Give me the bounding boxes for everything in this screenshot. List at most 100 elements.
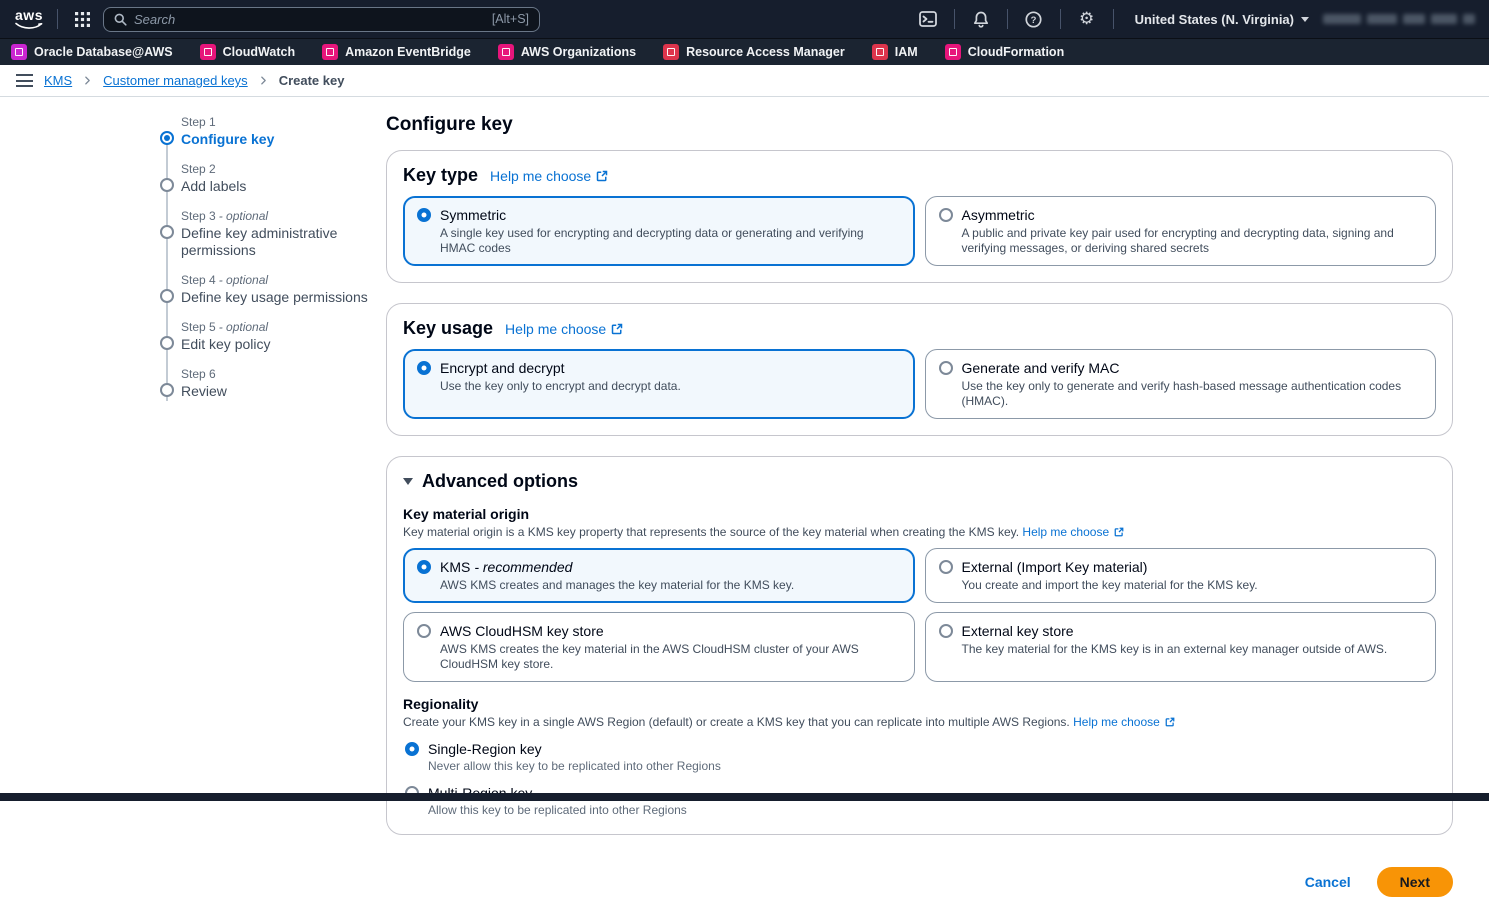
- question-circle-icon: ?: [1025, 11, 1042, 28]
- wizard-step-add-labels[interactable]: Step 2 Add labels: [160, 161, 376, 195]
- wizard-step-edit-key-policy[interactable]: Step 5- optional Edit key policy: [160, 319, 376, 353]
- service-glyph: [502, 48, 510, 56]
- step-number: Step 5: [181, 320, 216, 334]
- key-material-option-kms[interactable]: KMS- recommended AWS KMS creates and man…: [403, 548, 915, 603]
- step-number: Step 4: [181, 273, 216, 287]
- service-glyph: [876, 48, 884, 56]
- favorite-cloudformation[interactable]: CloudFormation: [945, 44, 1065, 60]
- regionality-option-single-region[interactable]: Single-Region key Never allow this key t…: [403, 740, 1436, 774]
- chevron-down-icon: [1301, 17, 1309, 22]
- regionality-help-link[interactable]: Help me choose: [1073, 714, 1175, 730]
- global-search-input[interactable]: Search [Alt+S]: [103, 7, 540, 32]
- gear-icon: ⚙: [1079, 11, 1094, 28]
- favorite-label: IAM: [895, 45, 918, 59]
- radio-symmetric[interactable]: [417, 208, 431, 222]
- step-optional: - optional: [219, 273, 268, 287]
- key-type-help-link[interactable]: Help me choose: [490, 168, 608, 184]
- breadcrumb-chevron-icon: [259, 75, 268, 86]
- favorite-amazon-eventbridge[interactable]: Amazon EventBridge: [322, 44, 471, 60]
- radio-cloudhsm[interactable]: [417, 624, 431, 638]
- option-description: A single key used for encrypting and dec…: [440, 226, 901, 256]
- regionality-description: Create your KMS key in a single AWS Regi…: [403, 714, 1436, 730]
- help-link-label: Help me choose: [490, 168, 591, 184]
- settings-button[interactable]: ⚙: [1072, 6, 1102, 32]
- step-label: Edit key policy: [181, 336, 376, 353]
- option-label: Asymmetric: [962, 207, 1035, 223]
- wizard-step-review[interactable]: Step 6 Review: [160, 366, 376, 400]
- radio-kms[interactable]: [417, 560, 431, 574]
- breadcrumb-current: Create key: [279, 73, 345, 88]
- cancel-button[interactable]: Cancel: [1305, 874, 1351, 890]
- iam-icon: [872, 44, 888, 60]
- favorite-cloudwatch[interactable]: CloudWatch: [200, 44, 295, 60]
- breadcrumb-link-customer-managed-keys[interactable]: Customer managed keys: [103, 73, 248, 88]
- option-label: Encrypt and decrypt: [440, 360, 565, 376]
- ram-icon: [663, 44, 679, 60]
- key-usage-option-encrypt-decrypt[interactable]: Encrypt and decrypt Use the key only to …: [403, 349, 915, 419]
- redacted-text-block: [1323, 14, 1361, 24]
- notifications-button[interactable]: [966, 6, 996, 32]
- service-glyph: [326, 48, 334, 56]
- key-material-option-external-import[interactable]: External (Import Key material) You creat…: [925, 548, 1437, 603]
- search-icon: [114, 13, 127, 26]
- help-link-label: Help me choose: [1022, 524, 1109, 540]
- top-navigation-bar: aws Search [Alt+S]: [0, 0, 1489, 38]
- redacted-text-block: [1431, 14, 1457, 24]
- services-grid-icon[interactable]: [69, 6, 95, 32]
- radio-single-region[interactable]: [405, 742, 419, 756]
- key-usage-option-generate-verify-mac[interactable]: Generate and verify MAC Use the key only…: [925, 349, 1437, 419]
- service-glyph: [667, 48, 675, 56]
- help-button[interactable]: ?: [1019, 6, 1049, 32]
- redacted-text-block: [1463, 14, 1475, 24]
- nav-divider: [1113, 9, 1114, 29]
- cloudformation-icon: [945, 44, 961, 60]
- region-label: United States (N. Virginia): [1135, 12, 1294, 27]
- step-label: Define key administrative permissions: [181, 225, 376, 259]
- cloudshell-button[interactable]: [913, 6, 943, 32]
- wizard-step-configure-key[interactable]: Step 1 Configure key: [160, 114, 376, 148]
- key-type-heading: Key type: [403, 165, 478, 186]
- account-menu-redacted[interactable]: [1323, 14, 1475, 24]
- radio-asymmetric[interactable]: [939, 208, 953, 222]
- help-link-label: Help me choose: [505, 321, 606, 337]
- page-title: Configure key: [386, 114, 1453, 136]
- step-radio-icon: [160, 131, 174, 145]
- radio-external-key-store[interactable]: [939, 624, 953, 638]
- favorite-iam[interactable]: IAM: [872, 44, 918, 60]
- step-label: Define key usage permissions: [181, 289, 376, 306]
- option-description: Never allow this key to be replicated in…: [428, 759, 721, 774]
- option-label: Symmetric: [440, 207, 506, 223]
- option-label: External key store: [962, 623, 1074, 639]
- side-menu-icon[interactable]: [16, 74, 33, 87]
- key-material-option-cloudhsm[interactable]: AWS CloudHSM key store AWS KMS creates t…: [403, 612, 915, 682]
- favorite-resource-access-manager[interactable]: Resource Access Manager: [663, 44, 845, 60]
- radio-generate-verify-mac[interactable]: [939, 361, 953, 375]
- page-content: Step 1 Configure key Step 2 Add labels S…: [0, 97, 1489, 792]
- key-type-option-symmetric[interactable]: Symmetric A single key used for encrypti…: [403, 196, 915, 266]
- next-button[interactable]: Next: [1377, 867, 1453, 897]
- key-material-help-link[interactable]: Help me choose: [1022, 524, 1124, 540]
- breadcrumb-link-kms[interactable]: KMS: [44, 73, 72, 88]
- favorite-aws-organizations[interactable]: AWS Organizations: [498, 44, 636, 60]
- nav-divider: [57, 9, 58, 29]
- step-label: Configure key: [181, 131, 376, 148]
- step-radio-icon: [160, 178, 174, 192]
- advanced-options-toggle[interactable]: Advanced options: [403, 471, 1436, 492]
- option-label: KMS: [440, 559, 470, 575]
- aws-logo[interactable]: aws: [12, 9, 46, 30]
- wizard-step-admin-permissions[interactable]: Step 3- optional Define key administrati…: [160, 208, 376, 259]
- wizard-step-usage-permissions[interactable]: Step 4- optional Define key usage permis…: [160, 272, 376, 306]
- key-usage-help-link[interactable]: Help me choose: [505, 321, 623, 337]
- favorite-oracle-database-aws[interactable]: Oracle Database@AWS: [11, 44, 173, 60]
- redacted-text-block: [1403, 14, 1425, 24]
- key-material-option-external-key-store[interactable]: External key store The key material for …: [925, 612, 1437, 682]
- radio-external-import[interactable]: [939, 560, 953, 574]
- step-number: Step 2: [181, 162, 216, 176]
- regionality-option-multi-region[interactable]: Multi-Region key Allow this key to be re…: [403, 784, 1436, 818]
- service-glyph: [204, 48, 212, 56]
- region-selector[interactable]: United States (N. Virginia): [1135, 12, 1309, 27]
- nav-divider: [1060, 9, 1061, 29]
- key-type-option-asymmetric[interactable]: Asymmetric A public and private key pair…: [925, 196, 1437, 266]
- step-radio-icon: [160, 336, 174, 350]
- radio-encrypt-decrypt[interactable]: [417, 361, 431, 375]
